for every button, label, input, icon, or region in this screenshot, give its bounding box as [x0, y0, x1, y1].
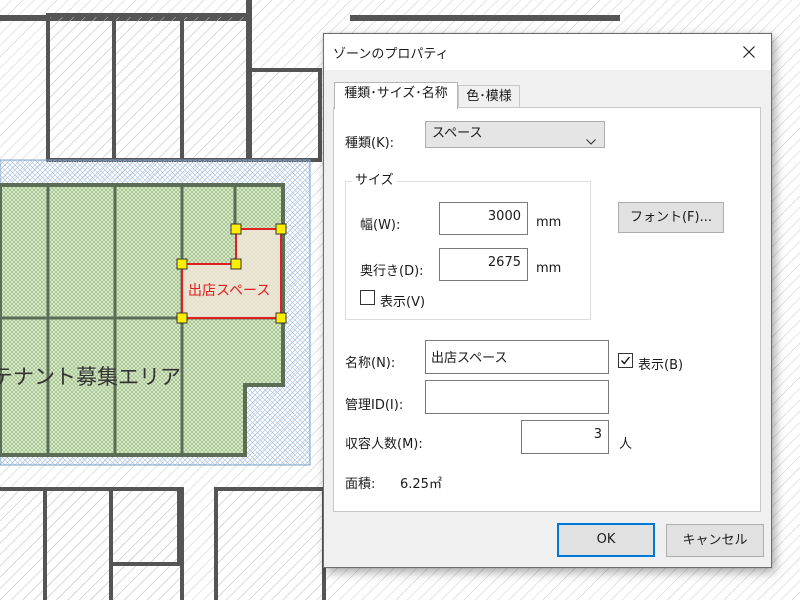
name-input[interactable]: 出店スペース — [425, 340, 609, 374]
depth-input[interactable]: 2675 — [439, 248, 528, 281]
type-select[interactable]: スペース — [425, 121, 605, 148]
name-show-label: 表示(B) — [638, 358, 684, 373]
depth-unit: mm — [536, 261, 562, 276]
tab-panel: 種類(K): スペース サイズ 幅(W): 3000 mm 奥行き(D): 26… — [333, 107, 761, 512]
tab-color-pattern[interactable]: 色･模様 — [458, 85, 520, 109]
capacity-label: 収容人数(M): — [345, 437, 423, 452]
dialog-titlebar[interactable]: ゾーンのプロパティ — [324, 34, 771, 70]
capacity-value: 3 — [593, 427, 602, 442]
size-show-label: 表示(V) — [380, 295, 426, 310]
capacity-input[interactable]: 3 — [521, 420, 609, 454]
chevron-down-icon — [586, 130, 596, 154]
name-value: 出店スペース — [431, 351, 508, 366]
type-label: 種類(K): — [345, 136, 395, 151]
management-id-input[interactable] — [425, 380, 609, 414]
area-value: 6.25㎡ — [400, 477, 442, 492]
management-id-label: 管理ID(I): — [345, 398, 404, 413]
checkmark-icon — [620, 356, 631, 365]
capacity-unit: 人 — [619, 437, 633, 452]
close-button[interactable] — [727, 34, 771, 70]
cancel-button-label: キャンセル — [682, 533, 748, 548]
area-label: 面積: — [345, 477, 376, 492]
font-button[interactable]: フォント(F)... — [618, 202, 724, 233]
size-show-checkbox[interactable] — [360, 290, 375, 305]
width-unit: mm — [536, 215, 562, 230]
ok-button-label: OK — [596, 532, 616, 547]
zone-properties-dialog: ゾーンのプロパティ 種類･サイズ･名称 色･模様 種類(K): スペース サイズ… — [323, 33, 772, 568]
width-label: 幅(W): — [360, 218, 401, 233]
close-icon — [743, 46, 755, 58]
font-button-label: フォント(F)... — [629, 210, 713, 225]
tenant-area-label: テナント募集エリア — [0, 365, 181, 389]
size-group: サイズ 幅(W): 3000 mm 奥行き(D): 2675 mm 表示(V) — [345, 173, 591, 320]
width-value: 3000 — [487, 209, 521, 224]
cancel-button[interactable]: キャンセル — [666, 524, 764, 557]
dialog-title: ゾーンのプロパティ — [333, 47, 449, 62]
selected-zone-label: 出店スペース — [188, 283, 270, 299]
depth-value: 2675 — [487, 255, 521, 270]
type-select-value: スペース — [432, 126, 483, 141]
tab-type-size-name[interactable]: 種類･サイズ･名称 — [334, 82, 458, 109]
name-label: 名称(N): — [345, 356, 396, 371]
tab-label: 色･模様 — [466, 89, 512, 104]
lower-rooms — [0, 487, 326, 600]
width-input[interactable]: 3000 — [439, 202, 528, 235]
depth-label: 奥行き(D): — [360, 264, 424, 279]
size-group-legend: サイズ — [352, 173, 397, 189]
name-show-checkbox[interactable] — [618, 353, 633, 368]
tab-label: 種類･サイズ･名称 — [344, 86, 448, 101]
ok-button[interactable]: OK — [557, 523, 655, 557]
